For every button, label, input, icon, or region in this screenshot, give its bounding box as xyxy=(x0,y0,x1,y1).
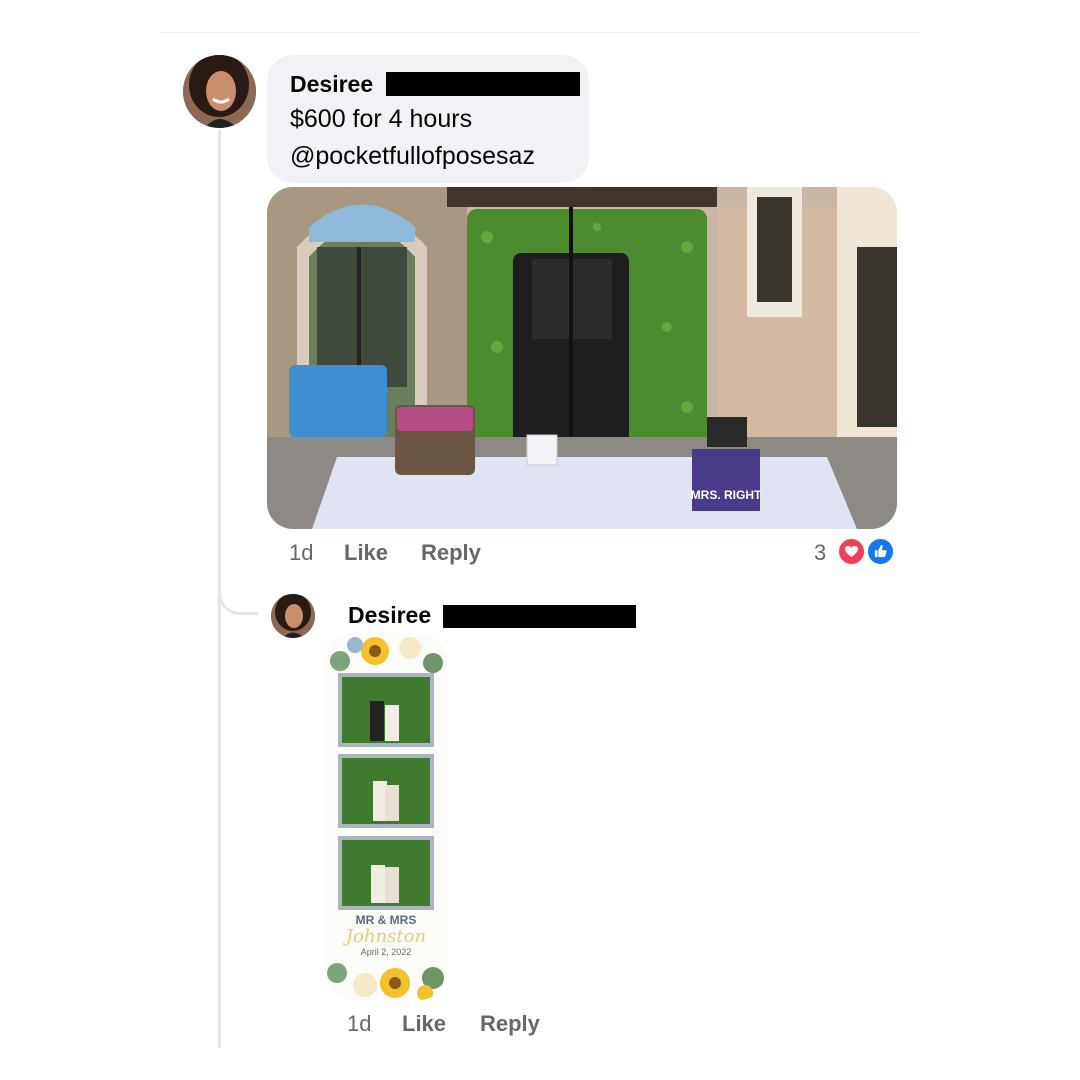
redacted-surname xyxy=(386,72,580,96)
heart-icon[interactable] xyxy=(837,537,866,566)
comment-photo[interactable]: MRS. RIGHT xyxy=(267,187,897,529)
reply-avatar[interactable] xyxy=(271,594,315,638)
reply-like-button[interactable]: Like xyxy=(402,1011,446,1037)
redacted-surname xyxy=(443,605,636,628)
reply-timestamp[interactable]: 1d xyxy=(347,1011,371,1037)
comment-text-line: $600 for 4 hours xyxy=(290,105,473,133)
mrs-right-sign: MRS. RIGHT xyxy=(691,488,762,502)
strip-date: April 2, 2022 xyxy=(360,947,412,957)
reaction-count[interactable]: 3 xyxy=(814,540,826,566)
like-button[interactable]: Like xyxy=(344,540,388,566)
thumbs-up-icon[interactable] xyxy=(866,537,895,566)
comment-timestamp[interactable]: 1d xyxy=(289,540,313,566)
reply-author[interactable]: Desiree xyxy=(348,602,431,629)
thread-connector xyxy=(218,575,258,615)
comment-author[interactable]: Desiree xyxy=(290,71,373,98)
reply-button[interactable]: Reply xyxy=(421,540,481,566)
reply-reply-button[interactable]: Reply xyxy=(480,1011,540,1037)
strip-script-name: Johnston xyxy=(345,926,427,947)
top-divider xyxy=(160,32,920,33)
comment-mention[interactable]: @pocketfullofposesaz xyxy=(290,142,535,171)
avatar[interactable] xyxy=(183,55,256,128)
strip-title: MR & MRS xyxy=(355,913,417,927)
